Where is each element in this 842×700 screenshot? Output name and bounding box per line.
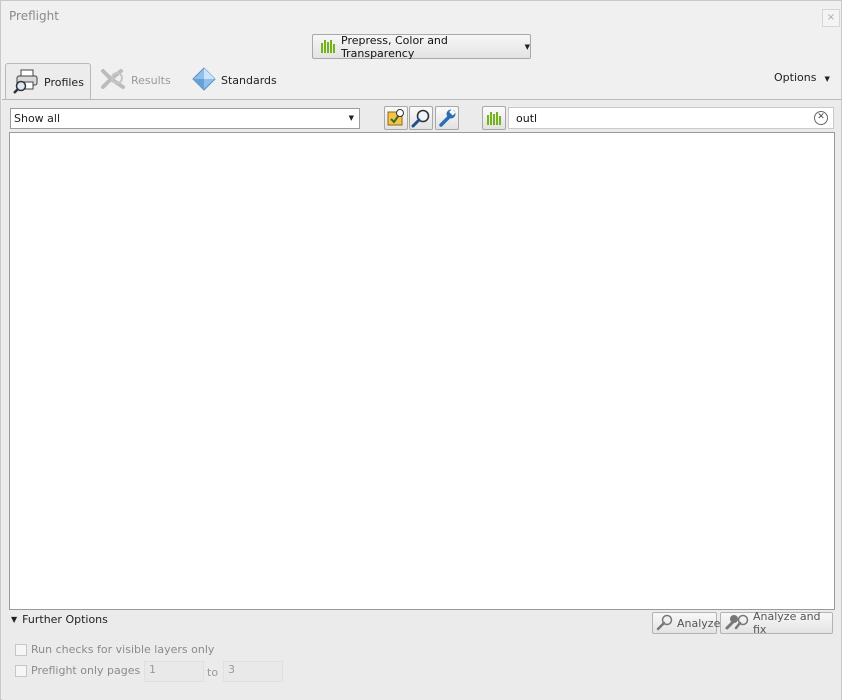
- preflight-pages-option: Preflight only pages: [15, 664, 140, 677]
- chevron-down-icon: ▼: [824, 75, 830, 83]
- search-input[interactable]: [508, 107, 834, 129]
- wrench-magnifier-icon: [724, 613, 750, 634]
- profile-bars-button[interactable]: [482, 106, 506, 130]
- analyze-and-fix-button[interactable]: Analyze and fix: [720, 610, 833, 636]
- visible-layers-checkbox[interactable]: [15, 643, 27, 656]
- standards-diamond-icon: [191, 66, 217, 94]
- further-options-label: Further Options: [22, 613, 108, 626]
- filter-select-value: Show all: [14, 112, 61, 125]
- options-menu-button[interactable]: Options ▼: [774, 71, 830, 84]
- tab-standards[interactable]: Standards: [191, 61, 277, 99]
- preflight-window: Preflight × Prepress, Color and Transpar…: [0, 0, 842, 700]
- to-label: to: [207, 666, 219, 679]
- preflight-pages-label: Preflight only pages: [31, 664, 141, 677]
- visible-layers-label: Run checks for visible layers only: [31, 643, 215, 656]
- chevron-down-icon: ▼: [524, 42, 530, 51]
- tab-profiles-label: Profiles: [44, 75, 84, 89]
- magnifier-icon: [656, 613, 674, 634]
- analyze-button[interactable]: Analyze: [652, 612, 721, 634]
- profiles-printer-icon: [12, 67, 40, 98]
- analyze-and-fix-label: Analyze and fix: [753, 610, 821, 636]
- window-title: Preflight: [9, 9, 59, 23]
- bars-chart-icon: [487, 111, 501, 125]
- tab-profiles[interactable]: Profiles: [5, 63, 91, 100]
- tab-standards-label: Standards: [221, 73, 277, 87]
- close-button[interactable]: ×: [822, 9, 840, 27]
- page-from-field[interactable]: 1: [144, 661, 204, 682]
- analyze-label: Analyze: [677, 616, 721, 630]
- profile-dropdown-label: Prepress, Color and Transparency: [341, 33, 448, 60]
- results-icon: [99, 67, 127, 94]
- options-label: Options: [774, 71, 817, 84]
- inspect-button[interactable]: [384, 106, 408, 130]
- magnifier-icon: [410, 109, 432, 132]
- fixup-button[interactable]: [435, 106, 459, 130]
- preflight-pages-checkbox[interactable]: [15, 664, 27, 677]
- further-options-toggle[interactable]: ▼ Further Options: [11, 613, 108, 626]
- bars-chart-icon: [321, 40, 335, 53]
- triangle-down-icon: ▼: [11, 615, 18, 624]
- visible-layers-option: Run checks for visible layers only: [15, 643, 214, 656]
- tab-results[interactable]: Results: [99, 61, 171, 99]
- page-to-field[interactable]: 3: [223, 661, 283, 682]
- tab-results-label: Results: [131, 73, 171, 87]
- title-bar: Preflight ×: [1, 1, 841, 32]
- filter-select[interactable]: Show all ▼: [10, 108, 360, 129]
- chevron-down-icon: ▼: [348, 114, 354, 122]
- tab-bar: Profiles Results Standards: [1, 61, 841, 100]
- inspect-icon: [385, 109, 407, 132]
- wrench-icon: [436, 109, 458, 132]
- clear-search-icon[interactable]: ✕: [814, 111, 828, 125]
- find-button[interactable]: [409, 106, 433, 130]
- profiles-list[interactable]: [9, 132, 835, 610]
- profile-dropdown[interactable]: Prepress, Color and Transparency ▼: [312, 33, 531, 60]
